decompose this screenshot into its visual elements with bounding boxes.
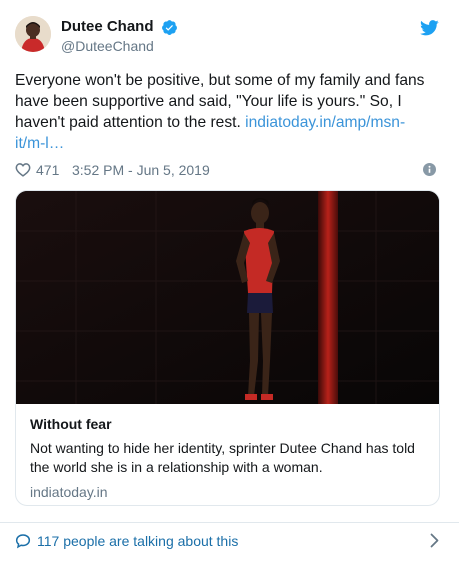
like-count[interactable]: 471 <box>36 161 59 179</box>
speech-bubble-icon <box>15 533 31 549</box>
author-block: Dutee Chand @DuteeChand <box>61 18 178 55</box>
avatar[interactable] <box>15 16 51 52</box>
tweet-header: Dutee Chand @DuteeChand <box>15 16 445 60</box>
handle[interactable]: @DuteeChand <box>61 37 178 55</box>
twitter-bird-icon[interactable] <box>420 20 439 36</box>
embedded-tweet: Dutee Chand @DuteeChand Everyone won't b… <box>0 0 459 564</box>
card-domain: indiatoday.in <box>30 484 108 500</box>
info-icon[interactable] <box>423 163 436 176</box>
card-body: Without fear Not wanting to hide her ide… <box>30 415 425 501</box>
card-title[interactable]: Without fear <box>30 415 425 433</box>
chevron-right-icon[interactable] <box>430 533 439 548</box>
card-description: Not wanting to hide her identity, sprint… <box>30 440 415 475</box>
talking-count[interactable]: 117 people are talking about this <box>37 532 238 550</box>
card-image[interactable] <box>16 191 439 404</box>
verified-badge-icon <box>161 19 178 36</box>
heart-icon[interactable] <box>15 162 31 177</box>
timestamp[interactable]: 3:52 PM - Jun 5, 2019 <box>72 161 210 179</box>
conversation-footer[interactable]: 117 people are talking about this <box>15 530 443 552</box>
link-card[interactable]: Without fear Not wanting to hide her ide… <box>15 190 440 506</box>
tweet-text: Everyone won't be positive, but some of … <box>15 70 425 154</box>
display-name[interactable]: Dutee Chand <box>61 18 154 36</box>
footer-divider <box>0 522 459 523</box>
tweet-meta: 471 3:52 PM - Jun 5, 2019 <box>15 160 440 180</box>
